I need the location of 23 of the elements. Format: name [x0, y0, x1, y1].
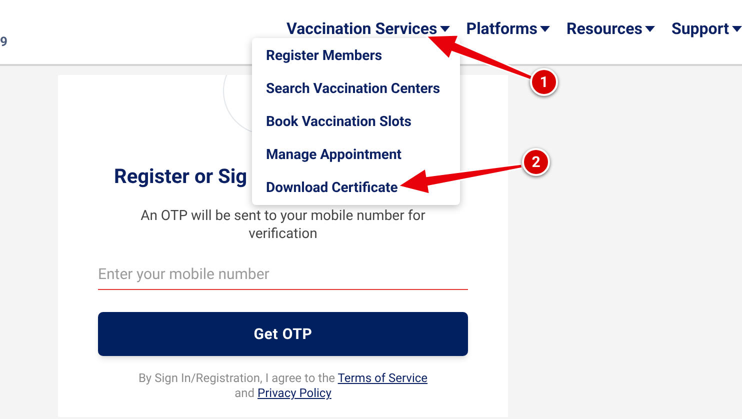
dropdown-item[interactable]: Download Certificate [252, 172, 460, 205]
nav-menu-item[interactable]: Vaccination Services [286, 17, 450, 41]
nav-menu-item[interactable]: Platforms [466, 17, 550, 41]
terms-notice: By Sign In/Registration, I agree to the Terms of Service and Privacy Policy [137, 371, 429, 401]
dropdown-item[interactable]: Book Vaccination Slots [252, 106, 460, 139]
nav-menu-item[interactable]: Resources [566, 17, 656, 41]
annotation-number-badge: 2 [522, 148, 550, 176]
caret-icon [732, 26, 742, 32]
nav-menu-item[interactable]: Support [671, 17, 742, 41]
annotation-number-badge: 1 [530, 68, 558, 96]
login-title: Register or Sig [114, 163, 248, 189]
get-otp-button[interactable]: Get OTP [98, 312, 468, 356]
mobile-number-field[interactable]: Enter your mobile number [98, 259, 468, 290]
text-link[interactable]: Terms of Service [338, 371, 428, 385]
dropdown-item[interactable]: Search Vaccination Centers [252, 73, 460, 106]
login-subtitle: An OTP will be sent to your mobile number for verification [140, 207, 426, 243]
text-link[interactable]: Privacy Policy [258, 386, 332, 400]
logo-text-fragment: 9 [0, 34, 8, 52]
dropdown-item[interactable]: Register Members [252, 40, 460, 73]
caret-icon [440, 26, 450, 32]
caret-icon [645, 26, 656, 32]
caret-icon [540, 26, 550, 32]
dropdown-item[interactable]: Manage Appointment [252, 139, 460, 172]
